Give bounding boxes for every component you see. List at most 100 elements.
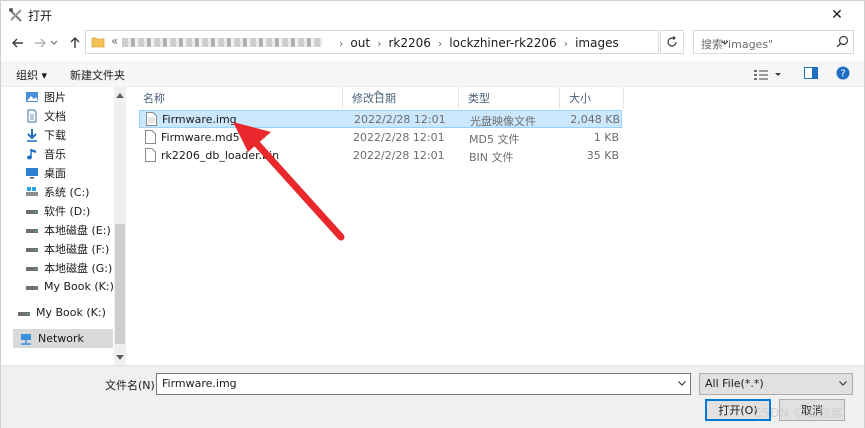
nav-scrollbar[interactable] bbox=[114, 87, 126, 365]
drive-icon bbox=[25, 280, 39, 294]
breadcrumb: › out › rk2206 › lockzhiner-rk2206 › ima… bbox=[332, 35, 619, 51]
scrollbar-thumb[interactable] bbox=[115, 224, 125, 344]
nav-item-mybook-k-root[interactable]: My Book (K:) bbox=[17, 303, 106, 322]
filename-field[interactable]: Firmware.img bbox=[156, 373, 691, 395]
help-button[interactable]: ? bbox=[836, 66, 850, 83]
view-controls: ? bbox=[754, 66, 850, 83]
nav-item-label: Network bbox=[38, 332, 84, 345]
search-icon[interactable] bbox=[836, 35, 849, 51]
breadcrumb-images[interactable]: images bbox=[575, 36, 619, 50]
scroll-up-button[interactable] bbox=[115, 89, 125, 101]
nav-item-mybook-k[interactable]: My Book (K:) bbox=[25, 277, 114, 296]
nav-item-desktop[interactable]: 桌面 bbox=[25, 163, 66, 182]
refresh-button[interactable] bbox=[660, 30, 684, 54]
nav-item-system-c[interactable]: 系统 (C:) bbox=[25, 182, 89, 201]
scroll-down-button[interactable] bbox=[115, 351, 125, 363]
nav-item-label: 图片 bbox=[44, 90, 66, 104]
address-overflow[interactable]: « bbox=[111, 34, 118, 48]
nav-item-documents[interactable]: 文档 bbox=[25, 106, 66, 125]
chevron-down-icon bbox=[775, 72, 781, 76]
file-size: 2,048 KB bbox=[570, 113, 620, 126]
drive-icon bbox=[17, 306, 31, 320]
nav-item-label: 文档 bbox=[44, 109, 66, 123]
column-header-date[interactable]: 修改日期 bbox=[343, 87, 459, 109]
folder-icon bbox=[91, 35, 105, 52]
file-icon bbox=[145, 148, 156, 165]
preview-pane-icon bbox=[804, 67, 818, 79]
system-drive-icon bbox=[25, 185, 39, 199]
nav-item-downloads[interactable]: 下载 bbox=[25, 125, 66, 144]
svg-text:?: ? bbox=[840, 69, 845, 80]
file-type: MD5 文件 bbox=[469, 133, 520, 146]
nav-item-drive-d[interactable]: 软件 (D:) bbox=[25, 201, 90, 220]
filename-value: Firmware.img bbox=[162, 377, 237, 390]
file-type-filter[interactable]: All File(*.*) bbox=[699, 373, 853, 395]
forward-button[interactable] bbox=[30, 33, 50, 53]
file-list: 名称 修改日期 类型 大小 Firmware.img 2022/2/28 12:… bbox=[134, 87, 856, 365]
nav-item-drive-f[interactable]: 本地磁盘 (F:) bbox=[25, 239, 109, 258]
navigation-pane: 图片 文档 下载 音乐 桌面 系统 (C:) 软件 (D:) 本地磁盘 (E:)… bbox=[1, 87, 126, 365]
column-header-type[interactable]: 类型 bbox=[459, 87, 560, 109]
window-title: 打开 bbox=[28, 9, 53, 23]
title-bar: 打开 ✕ bbox=[1, 1, 864, 29]
file-row-loader-bin[interactable]: rk2206_db_loader.bin 2022/2/28 12:01 BIN… bbox=[139, 147, 622, 165]
breadcrumb-separator: › bbox=[563, 36, 569, 50]
nav-item-drive-e[interactable]: 本地磁盘 (E:) bbox=[25, 220, 111, 239]
preview-pane-button[interactable] bbox=[804, 67, 818, 82]
nav-item-label: 音乐 bbox=[44, 147, 66, 161]
nav-item-label: 下载 bbox=[44, 128, 66, 142]
recent-locations-button[interactable] bbox=[48, 33, 60, 53]
filename-dropdown-button[interactable] bbox=[677, 377, 687, 391]
file-size: 1 KB bbox=[593, 131, 619, 144]
nav-item-network[interactable]: Network bbox=[13, 329, 113, 348]
nav-item-label: My Book (K:) bbox=[36, 306, 106, 319]
nav-item-drive-g[interactable]: 本地磁盘 (G:) bbox=[25, 258, 112, 277]
dialog-footer: 文件名(N): Firmware.img All File(*.*) 打开(O)… bbox=[1, 365, 864, 428]
refresh-icon bbox=[667, 36, 677, 47]
file-icon bbox=[146, 112, 157, 129]
breadcrumb-lockzhiner[interactable]: lockzhiner-rk2206 bbox=[449, 36, 556, 50]
close-button[interactable]: ✕ bbox=[816, 1, 858, 29]
file-row-firmware-md5[interactable]: Firmware.md5 2022/2/28 12:01 MD5 文件 1 KB bbox=[139, 129, 622, 147]
address-bar[interactable]: « › out › rk2206 › lockzhiner-rk2206 › i… bbox=[85, 30, 729, 54]
breadcrumb-separator: › bbox=[377, 36, 382, 50]
file-date: 2022/2/28 12:01 bbox=[353, 131, 445, 144]
breadcrumb-out[interactable]: out bbox=[350, 36, 370, 50]
chevron-down-icon bbox=[678, 381, 686, 386]
search-input[interactable]: 搜索"images" bbox=[701, 36, 773, 52]
file-row-firmware-img[interactable]: Firmware.img 2022/2/28 12:01 光盘映像文件 2,04… bbox=[139, 110, 622, 128]
search-box[interactable]: 搜索"images" bbox=[693, 30, 854, 54]
chevron-down-icon bbox=[838, 377, 848, 391]
arrow-up-icon bbox=[70, 37, 80, 48]
file-name: Firmware.md5 bbox=[161, 131, 240, 144]
close-icon: ✕ bbox=[831, 7, 843, 23]
file-date: 2022/2/28 12:01 bbox=[354, 113, 446, 126]
help-icon: ? bbox=[836, 66, 850, 80]
file-size: 35 KB bbox=[586, 149, 619, 162]
file-icon bbox=[145, 130, 156, 147]
nav-item-music[interactable]: 音乐 bbox=[25, 144, 66, 163]
chevron-down-icon bbox=[116, 354, 124, 360]
nav-item-label: 系统 (C:) bbox=[44, 185, 90, 199]
breadcrumb-rk2206[interactable]: rk2206 bbox=[388, 36, 430, 50]
column-header-size[interactable]: 大小 bbox=[560, 87, 624, 109]
breadcrumb-separator: › bbox=[339, 36, 344, 50]
music-icon bbox=[25, 147, 39, 161]
organize-button[interactable]: 组织 ▾ bbox=[16, 67, 47, 83]
blurred-path bbox=[122, 38, 322, 47]
nav-item-label: My Book (K:) bbox=[44, 280, 114, 293]
network-icon bbox=[19, 332, 33, 346]
new-folder-button[interactable]: 新建文件夹 bbox=[70, 67, 125, 83]
drive-icon bbox=[25, 204, 39, 218]
nav-item-pictures[interactable]: 图片 bbox=[25, 87, 66, 106]
nav-item-label: 本地磁盘 (E:) bbox=[44, 223, 111, 237]
chevron-up-icon bbox=[116, 92, 124, 98]
column-header-name[interactable]: 名称 bbox=[134, 87, 343, 109]
filter-value: All File(*.*) bbox=[705, 377, 764, 390]
up-button[interactable] bbox=[65, 33, 85, 53]
nav-item-label: 桌面 bbox=[44, 166, 66, 180]
back-button[interactable] bbox=[8, 33, 28, 53]
view-options-button[interactable] bbox=[754, 69, 782, 81]
pictures-icon bbox=[25, 90, 39, 104]
drive-icon bbox=[25, 223, 39, 237]
